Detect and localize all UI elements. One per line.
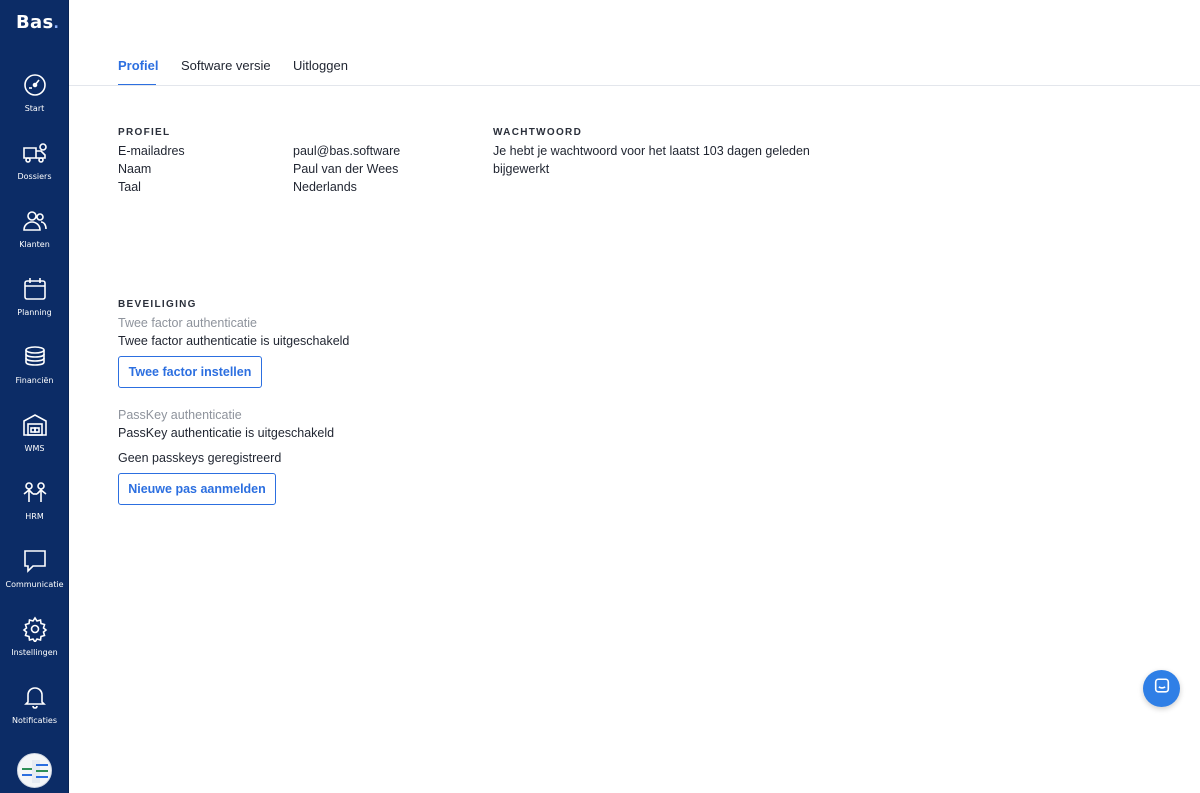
language-value: Nederlands [293, 180, 357, 194]
sidebar-item-label: WMS [24, 444, 45, 453]
email-label: E-mailadres [118, 144, 185, 158]
email-value: paul@bas.software [293, 144, 401, 158]
sidebar-item-label: HRM [25, 512, 44, 521]
calendar-icon [22, 276, 48, 302]
speedometer-icon [22, 72, 48, 98]
profile-section-title: PROFIEL [118, 127, 171, 138]
sidebar: Bas. Start Dossiers Klanten Planning Fin… [0, 0, 69, 793]
sidebar-item-notificaties[interactable]: Notificaties [0, 684, 69, 744]
app-logo[interactable]: Bas. [16, 12, 59, 33]
language-label: Taal [118, 180, 141, 194]
name-value: Paul van der Wees [293, 162, 399, 176]
passkey-status: PassKey authenticatie is uitgeschakeld [118, 426, 335, 440]
password-info-line2: bijgewerkt [493, 162, 550, 176]
warehouse-icon [22, 412, 48, 438]
sidebar-item-label: Communicatie [5, 580, 64, 589]
tabs-divider [69, 85, 1200, 86]
sidebar-item-klanten[interactable]: Klanten [0, 208, 69, 268]
gear-icon [22, 616, 48, 642]
sidebar-item-start[interactable]: Start [0, 72, 69, 132]
security-section-title: BEVEILIGING [118, 299, 197, 310]
sidebar-item-label: Klanten [19, 240, 50, 249]
support-chat-button[interactable] [1143, 670, 1180, 707]
sidebar-item-communicatie[interactable]: Communicatie [0, 548, 69, 608]
passkey-none-text: Geen passkeys geregistreerd [118, 451, 282, 465]
twofactor-status: Twee factor authenticatie is uitgeschake… [118, 334, 350, 348]
chat-icon [22, 548, 48, 574]
truck-icon [22, 140, 48, 166]
sidebar-item-wms[interactable]: WMS [0, 412, 69, 472]
logo-text: Bas [16, 12, 54, 33]
sidebar-item-label: Planning [17, 308, 52, 317]
tab-uitloggen[interactable]: Uitloggen [293, 58, 348, 73]
passkey-label: PassKey authenticatie [118, 408, 242, 422]
sidebar-item-hrm[interactable]: HRM [0, 480, 69, 540]
twofactor-label: Twee factor authenticatie [118, 316, 257, 330]
twofactor-setup-button[interactable]: Twee factor instellen [118, 356, 262, 388]
name-label: Naam [118, 162, 152, 176]
sidebar-item-label: Instellingen [11, 648, 58, 657]
coins-icon [22, 344, 48, 370]
tab-software-versie[interactable]: Software versie [181, 58, 271, 73]
sidebar-item-planning[interactable]: Planning [0, 276, 69, 336]
sidebar-item-label: Dossiers [17, 172, 52, 181]
password-section-title: WACHTWOORD [493, 127, 583, 138]
sidebar-item-instellingen[interactable]: Instellingen [0, 616, 69, 676]
sidebar-item-label: Financiën [15, 376, 54, 385]
sidebar-item-label: Start [24, 104, 45, 113]
password-info-line1: Je hebt je wachtwoord voor het laatst 10… [493, 144, 810, 158]
avatar[interactable] [17, 753, 52, 788]
chat-bubble-icon [1153, 677, 1171, 700]
sidebar-item-label: Notificaties [11, 716, 58, 725]
bell-icon [22, 684, 48, 710]
users-icon [22, 208, 48, 234]
sidebar-item-financien[interactable]: Financiën [0, 344, 69, 404]
register-passkey-button[interactable]: Nieuwe pas aanmelden [118, 473, 276, 505]
logo-dot: . [53, 16, 60, 32]
tab-profiel[interactable]: Profiel [118, 58, 158, 73]
team-icon [22, 480, 48, 506]
sidebar-item-dossiers[interactable]: Dossiers [0, 140, 69, 200]
